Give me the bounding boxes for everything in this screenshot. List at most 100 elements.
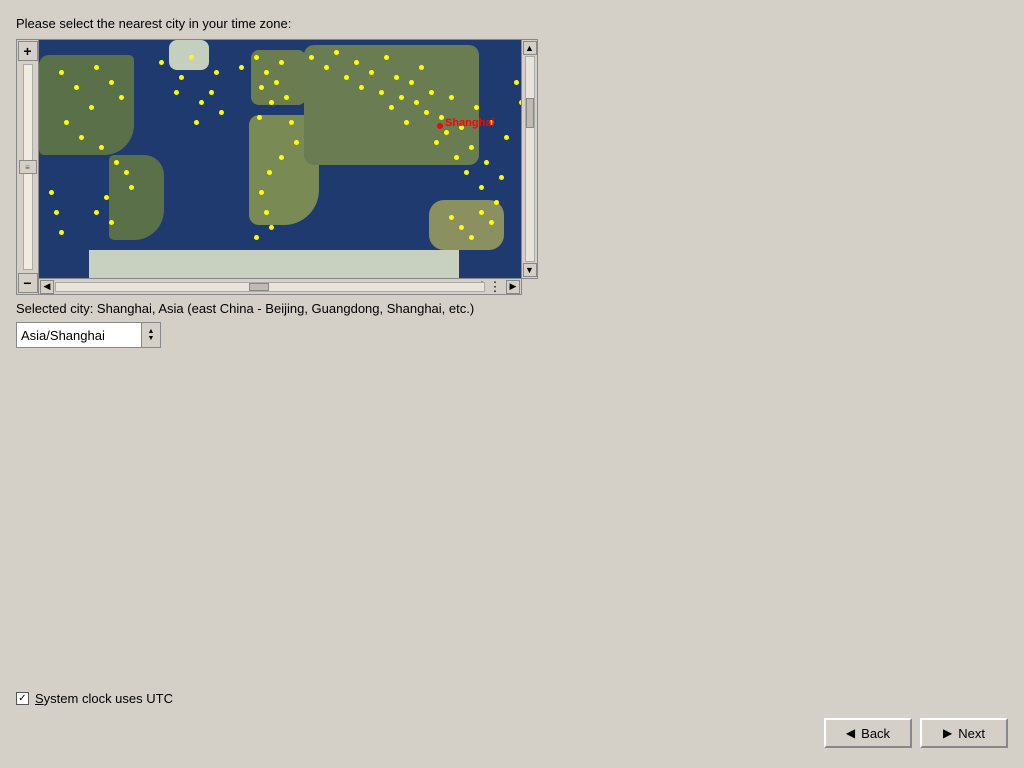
city-dot xyxy=(114,160,119,165)
city-dot xyxy=(209,90,214,95)
zoom-out-button[interactable]: − xyxy=(18,273,38,293)
city-dot xyxy=(479,185,484,190)
city-dot xyxy=(279,60,284,65)
map-with-scrollbars: Shanghai ▲ ▼ ◀ ⋮⋮ xyxy=(38,39,538,295)
city-dot xyxy=(259,85,264,90)
city-dot xyxy=(369,70,374,75)
city-dot xyxy=(429,90,434,95)
city-dot xyxy=(267,170,272,175)
city-dot xyxy=(264,210,269,215)
city-dot xyxy=(219,110,224,115)
vscroll-thumb[interactable] xyxy=(526,98,534,128)
instruction-text: Please select the nearest city in your t… xyxy=(16,16,1008,31)
city-dot xyxy=(179,75,184,80)
hscroll-track xyxy=(55,282,485,292)
city-dot xyxy=(109,220,114,225)
utc-checkbox-row: ✓ System clock uses UTC xyxy=(0,691,1024,706)
city-dot xyxy=(104,195,109,200)
city-dot xyxy=(274,80,279,85)
timezone-select-container: Asia/ShanghaiAsia/BeijingAsia/Hong_KongA… xyxy=(16,322,1008,348)
back-label: Back xyxy=(861,726,890,741)
city-dot xyxy=(459,225,464,230)
city-dot xyxy=(119,95,124,100)
city-dot xyxy=(109,80,114,85)
vscroll-down-button[interactable]: ▼ xyxy=(523,263,537,277)
map-and-vscroll: Shanghai ▲ ▼ xyxy=(38,39,538,279)
back-button[interactable]: ◀ Back xyxy=(824,718,912,748)
timezone-select-wrapper: Asia/ShanghaiAsia/BeijingAsia/Hong_KongA… xyxy=(16,322,161,348)
hscroll-handle[interactable]: ⋮⋮⋮ xyxy=(485,279,505,295)
city-dot xyxy=(504,135,509,140)
city-dot xyxy=(414,100,419,105)
city-dot xyxy=(449,95,454,100)
hscroll-right-button[interactable]: ▶ xyxy=(506,280,520,294)
city-dot xyxy=(434,140,439,145)
city-dot xyxy=(64,120,69,125)
city-dot xyxy=(94,210,99,215)
city-dot xyxy=(399,95,404,100)
back-icon: ◀ xyxy=(846,726,855,740)
city-dot xyxy=(159,60,164,65)
city-dot xyxy=(49,190,54,195)
city-dot xyxy=(424,110,429,115)
city-dot xyxy=(469,235,474,240)
city-dot xyxy=(89,105,94,110)
city-dot xyxy=(449,215,454,220)
shanghai-label: Shanghai xyxy=(445,117,495,129)
city-dot xyxy=(384,55,389,60)
city-dot xyxy=(214,70,219,75)
city-dot xyxy=(454,155,459,160)
city-dot xyxy=(254,235,259,240)
city-dot xyxy=(199,100,204,105)
city-dot xyxy=(294,140,299,145)
city-dot xyxy=(519,100,522,105)
city-dot xyxy=(484,160,489,165)
timezone-select[interactable]: Asia/ShanghaiAsia/BeijingAsia/Hong_KongA… xyxy=(16,322,161,348)
map-container[interactable]: Shanghai xyxy=(38,39,522,279)
city-dot xyxy=(439,115,444,120)
city-dot xyxy=(444,130,449,135)
city-dot xyxy=(309,55,314,60)
city-dot xyxy=(269,225,274,230)
shanghai-dot xyxy=(437,123,443,129)
city-dot xyxy=(324,65,329,70)
utc-checkbox[interactable]: ✓ xyxy=(16,692,29,705)
next-icon: ▶ xyxy=(943,726,952,740)
city-dot xyxy=(409,80,414,85)
city-dot xyxy=(334,50,339,55)
city-dot xyxy=(499,175,504,180)
city-dot xyxy=(344,75,349,80)
city-dot xyxy=(279,155,284,160)
button-row: ◀ Back ▶ Next xyxy=(0,718,1024,748)
city-dot xyxy=(359,85,364,90)
city-dot xyxy=(59,230,64,235)
city-dot xyxy=(99,145,104,150)
city-dot xyxy=(474,105,479,110)
city-dot xyxy=(404,120,409,125)
zoom-in-button[interactable]: + xyxy=(18,41,38,61)
city-dot xyxy=(479,210,484,215)
city-dot xyxy=(254,55,259,60)
city-dot xyxy=(289,120,294,125)
zoom-controls: + − xyxy=(16,39,38,295)
city-dot xyxy=(79,135,84,140)
next-button[interactable]: ▶ Next xyxy=(920,718,1008,748)
city-dot xyxy=(257,115,262,120)
city-dot xyxy=(489,220,494,225)
vscroll-up-button[interactable]: ▲ xyxy=(523,41,537,55)
city-dot xyxy=(74,85,79,90)
city-dot xyxy=(174,90,179,95)
map-outer: + − xyxy=(16,39,566,295)
city-dot xyxy=(54,210,59,215)
city-dot xyxy=(59,70,64,75)
utc-label: System clock uses UTC xyxy=(35,691,173,706)
hscroll-thumb[interactable] xyxy=(249,283,269,291)
horizontal-scrollbar: ◀ ⋮⋮⋮ ▶ xyxy=(38,279,522,295)
hscroll-left-button[interactable]: ◀ xyxy=(40,280,54,294)
zoom-slider-track xyxy=(23,64,33,270)
city-dot xyxy=(354,60,359,65)
city-dot xyxy=(239,65,244,70)
vscroll-track xyxy=(525,56,535,262)
city-dot xyxy=(94,65,99,70)
zoom-slider-thumb[interactable] xyxy=(19,160,37,174)
